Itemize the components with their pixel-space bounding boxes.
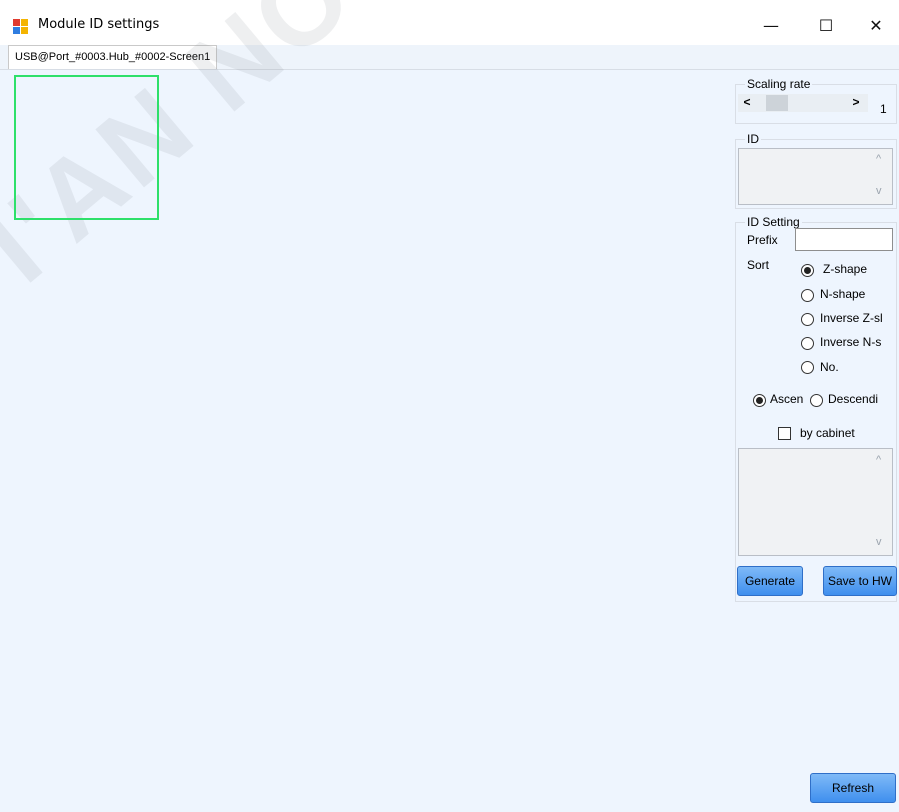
- id-group-label: ID: [745, 132, 761, 146]
- tab-screen1[interactable]: USB@Port_#0003.Hub_#0002-Screen1: [8, 45, 218, 69]
- maximize-button[interactable]: ☐: [803, 8, 849, 42]
- radio-ascending[interactable]: [753, 394, 766, 407]
- by-cabinet-checkbox[interactable]: [778, 427, 791, 440]
- z-shape-label: Z-shape: [823, 262, 868, 276]
- close-button[interactable]: ✕: [853, 8, 899, 42]
- radio-inverse-z-shape[interactable]: [801, 313, 814, 326]
- radio-n-shape[interactable]: [801, 289, 814, 302]
- prefix-label: Prefix: [747, 233, 778, 247]
- scroll-right-icon[interactable]: >: [850, 95, 862, 109]
- generate-button[interactable]: Generate: [737, 566, 803, 596]
- scroll-left-icon[interactable]: <: [741, 95, 753, 109]
- radio-z-shape[interactable]: [801, 264, 814, 277]
- radio-descending[interactable]: [810, 394, 823, 407]
- descending-label: Descendi: [828, 392, 879, 406]
- id-textarea[interactable]: [738, 148, 893, 205]
- scaling-scroll-thumb[interactable]: [766, 95, 788, 111]
- id-scroll-up-icon[interactable]: ^: [876, 153, 881, 165]
- sort-label: Sort: [747, 258, 770, 272]
- list-scroll-up-icon[interactable]: ^: [876, 454, 881, 466]
- id-list-textarea[interactable]: [738, 448, 893, 556]
- scaling-scrollbar[interactable]: [738, 94, 868, 112]
- refresh-button[interactable]: Refresh: [810, 773, 896, 803]
- radio-no[interactable]: [801, 361, 814, 374]
- module-box[interactable]: [14, 75, 159, 220]
- inverse-n-shape-label: Inverse N-s: [820, 335, 882, 349]
- radio-inverse-n-shape[interactable]: [801, 337, 814, 350]
- scaling-value: 1: [880, 102, 887, 116]
- id-setting-label: ID Setting: [745, 215, 802, 229]
- n-shape-label: N-shape: [820, 287, 866, 301]
- inverse-z-shape-label: Inverse Z-sl: [820, 311, 883, 325]
- list-scroll-down-icon[interactable]: v: [876, 536, 882, 548]
- ascending-label: Ascen: [770, 392, 804, 406]
- scaling-rate-label: Scaling rate: [745, 77, 813, 91]
- app-icon: [13, 19, 28, 34]
- id-scroll-down-icon[interactable]: v: [876, 185, 882, 197]
- prefix-input[interactable]: [795, 228, 893, 251]
- no-label: No.: [820, 360, 839, 374]
- by-cabinet-label: by cabinet: [800, 426, 855, 440]
- window-title: Module ID settings: [38, 17, 160, 32]
- save-to-hw-button[interactable]: Save to HW: [823, 566, 897, 596]
- minimize-button[interactable]: —: [748, 8, 794, 42]
